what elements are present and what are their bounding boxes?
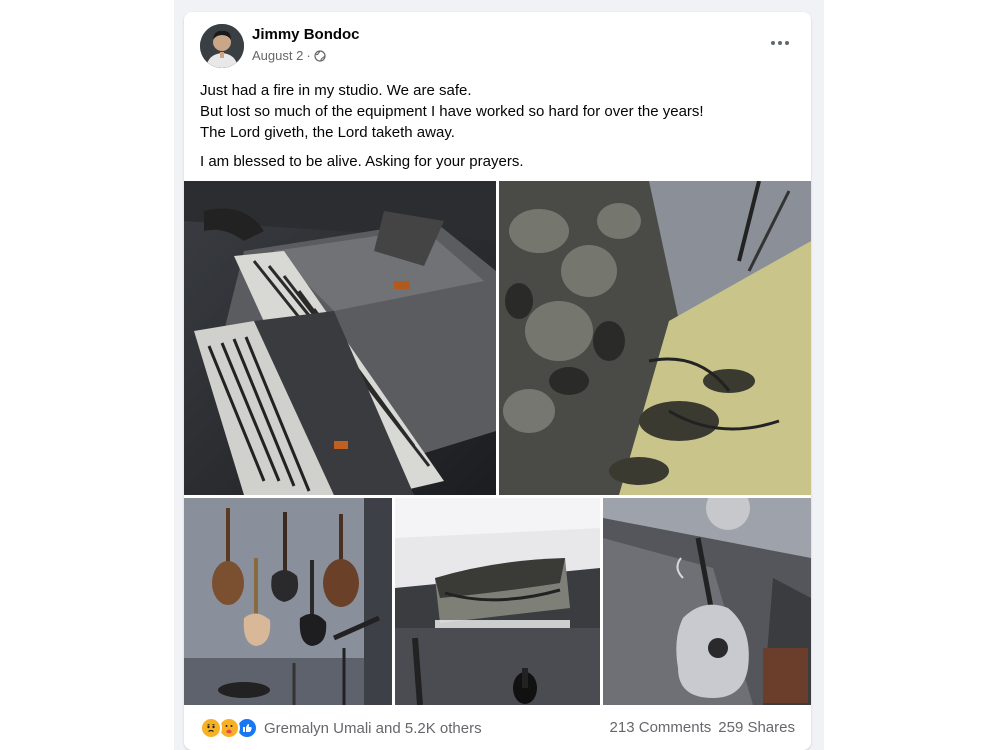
author-avatar[interactable] (200, 24, 244, 68)
more-options-icon (771, 41, 775, 45)
comments-count[interactable]: 213 Comments (610, 719, 712, 736)
post-meta: August 2 · (252, 48, 326, 63)
post-text-line: Just had a fire in my studio. We are saf… (200, 82, 472, 99)
post-text: Just had a fire in my studio. We are saf… (200, 80, 796, 172)
burned-ceiling-unit-photo[interactable] (395, 498, 600, 705)
post-date[interactable]: August 2 (252, 48, 303, 63)
post-card: Jimmy Bondoc August 2 · Just had a fire … (184, 12, 811, 750)
more-options-button[interactable] (763, 30, 797, 56)
more-options-dot (785, 41, 789, 45)
reactions-text[interactable]: Gremalyn Umali and 5.2K others (264, 720, 482, 737)
burned-wall-floor-photo[interactable] (499, 181, 811, 495)
burned-keyboards-photo[interactable] (184, 181, 496, 495)
shares-count[interactable]: 259 Shares (718, 719, 795, 736)
post-header: Jimmy Bondoc August 2 · (184, 12, 811, 76)
burned-acoustic-guitar-photo[interactable] (603, 498, 811, 705)
post-footer: Gremalyn Umali and 5.2K others 213 Comme… (184, 705, 811, 750)
guitars-wall-photo[interactable] (184, 498, 392, 705)
post-text-line: But lost so much of the equipment I have… (200, 103, 704, 120)
sad-reaction-icon (200, 717, 222, 739)
post-text-line: I am blessed to be alive. Asking for you… (200, 153, 524, 170)
post-text-line: The Lord giveth, the Lord taketh away. (200, 124, 455, 141)
author-name[interactable]: Jimmy Bondoc (252, 26, 360, 43)
reactions-summary[interactable]: Gremalyn Umali and 5.2K others (200, 717, 482, 739)
more-options-dot (778, 41, 782, 45)
globe-icon (314, 49, 326, 62)
meta-separator: · (306, 48, 311, 63)
post-stats: 213 Comments 259 Shares (610, 719, 795, 736)
